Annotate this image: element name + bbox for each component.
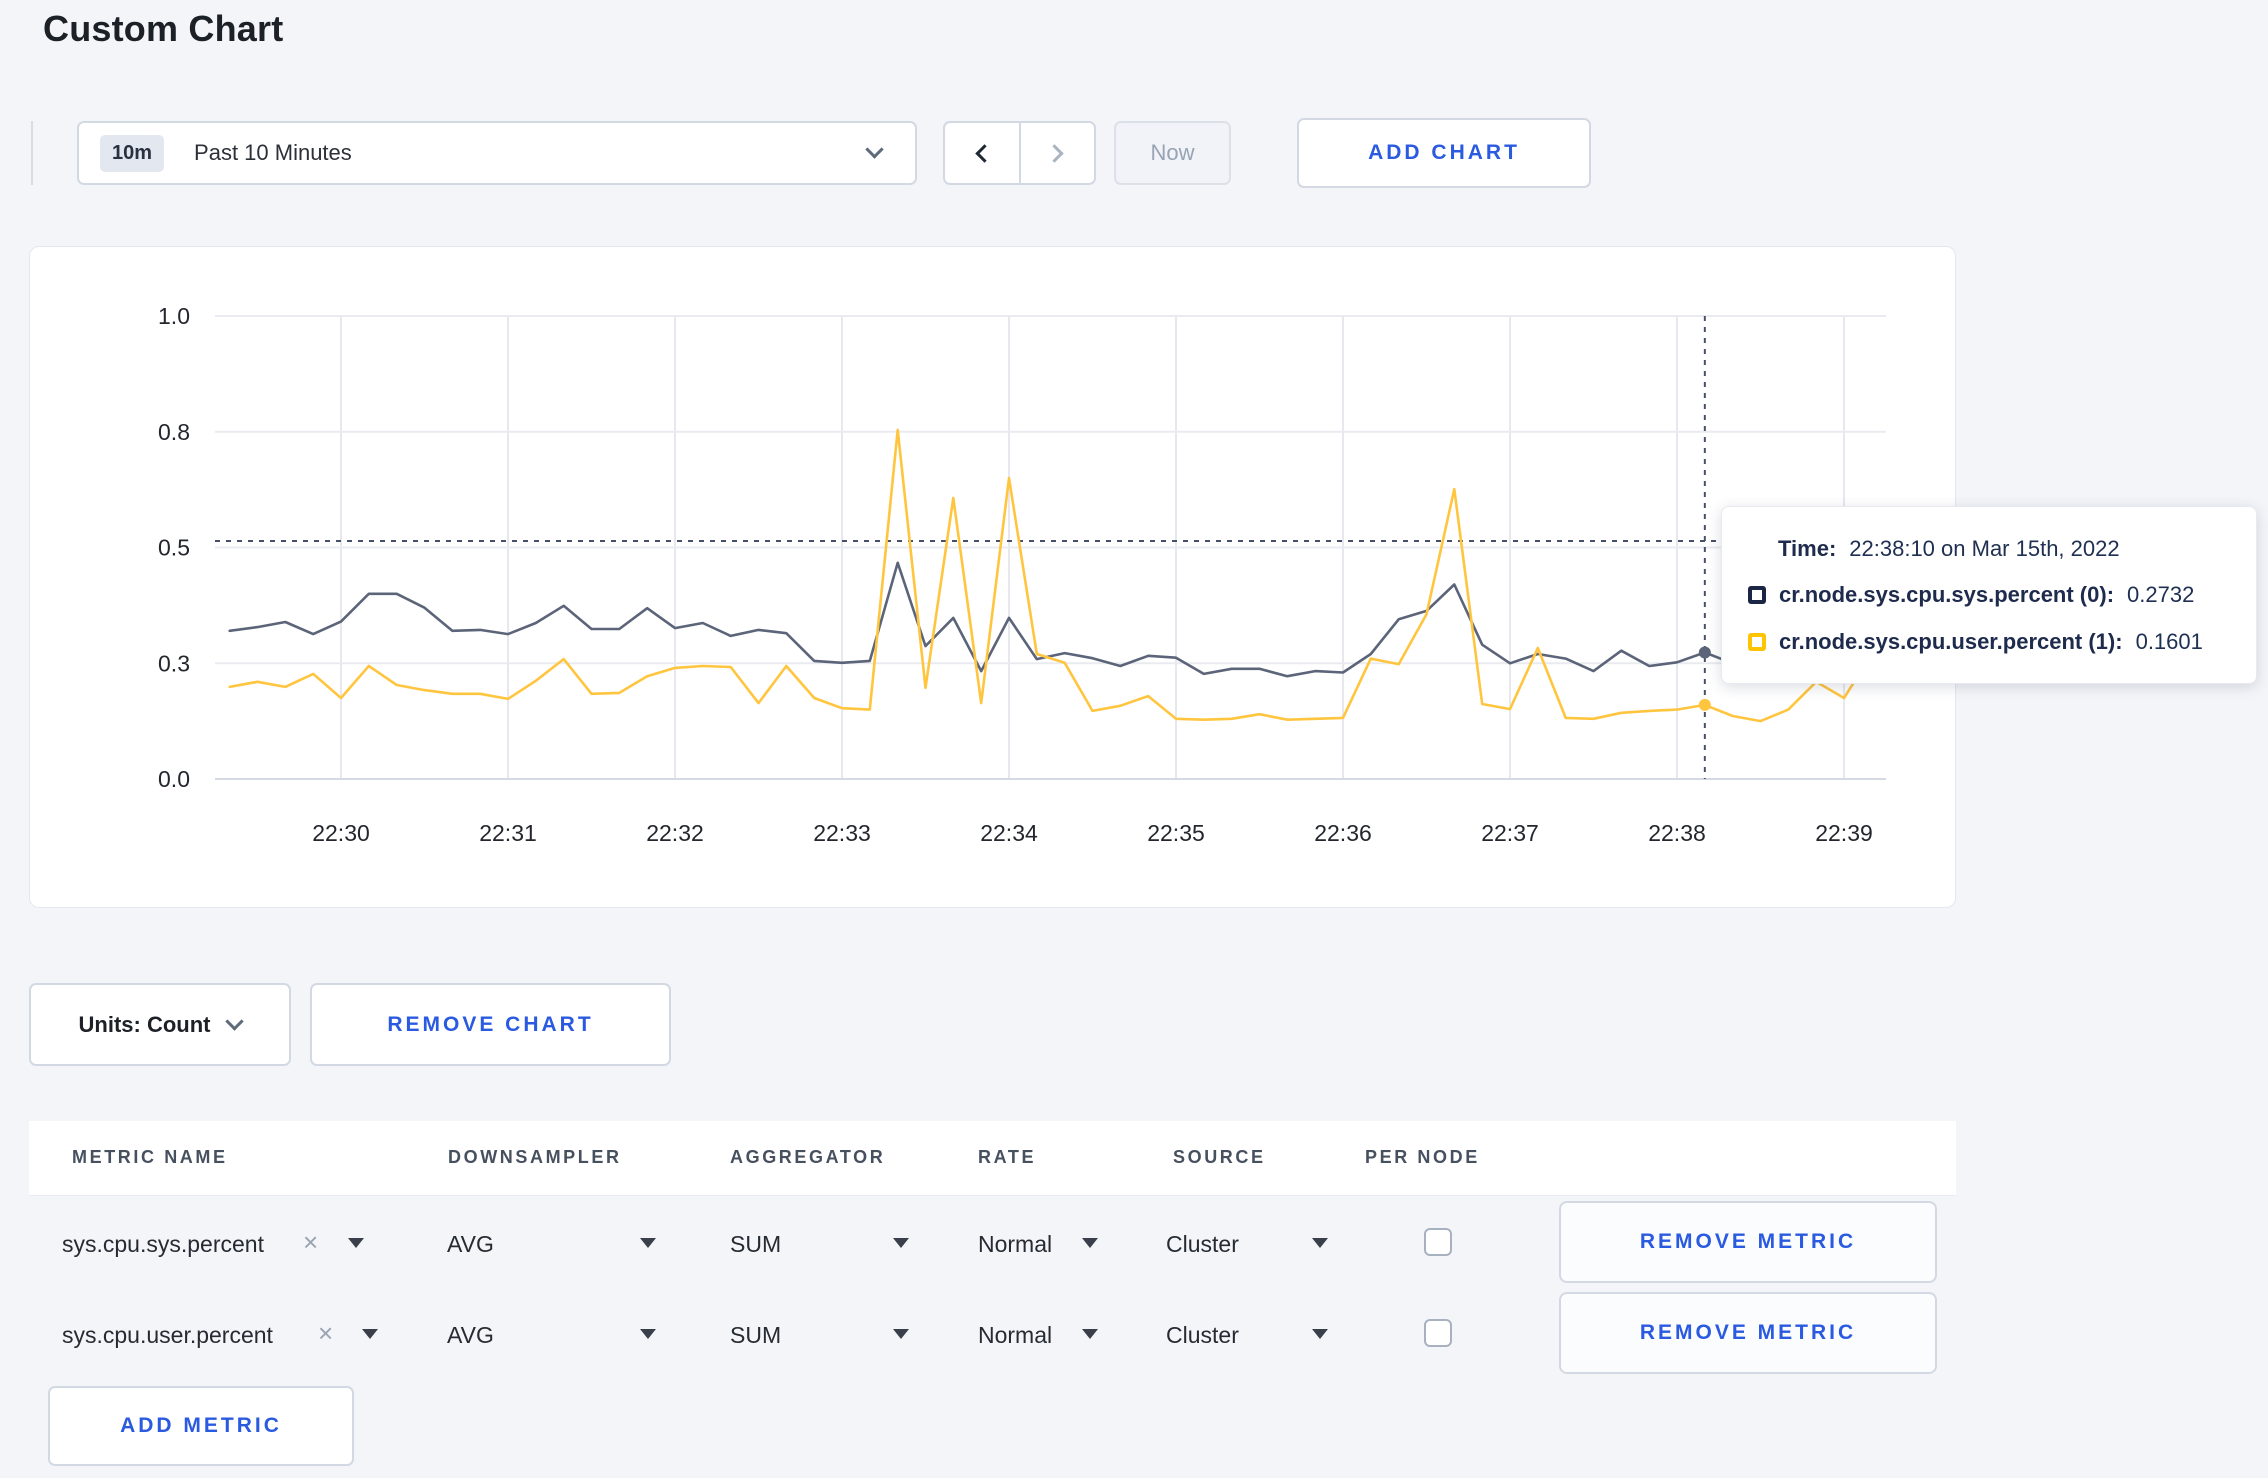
x-tick-label: 22:30 xyxy=(312,820,370,846)
per-node-checkbox[interactable] xyxy=(1424,1319,1452,1347)
caret-down-icon[interactable] xyxy=(362,1329,378,1339)
chevron-down-icon xyxy=(225,1012,245,1031)
source-select[interactable]: Cluster xyxy=(1166,1322,1239,1349)
chevron-right-icon xyxy=(1045,143,1064,163)
hover-point xyxy=(1698,646,1711,659)
tooltip-series-label: cr.node.sys.cpu.user.percent (1): xyxy=(1779,628,2123,654)
chevron-down-icon xyxy=(865,140,884,159)
time-nav-group xyxy=(943,121,1096,185)
clear-icon[interactable]: × xyxy=(303,1229,318,1255)
source-select[interactable]: Cluster xyxy=(1166,1231,1239,1258)
time-range-badge: 10m xyxy=(100,134,165,172)
col-header-rate: RATE xyxy=(978,1147,1037,1167)
remove-metric-button[interactable]: REMOVE METRIC xyxy=(1559,1292,1937,1374)
downsampler-select[interactable]: AVG xyxy=(447,1231,494,1258)
metric-name-select[interactable]: sys.cpu.sys.percent xyxy=(62,1231,264,1258)
x-tick-label: 22:34 xyxy=(980,820,1038,846)
chevron-left-icon xyxy=(975,143,994,163)
col-header-source: SOURCE xyxy=(1173,1147,1266,1167)
x-tick-label: 22:38 xyxy=(1648,820,1706,846)
caret-down-icon[interactable] xyxy=(893,1329,909,1339)
col-header-per-node: PER NODE xyxy=(1365,1147,1480,1167)
hover-point xyxy=(1698,698,1711,711)
units-select[interactable]: Units: Count xyxy=(29,983,291,1066)
tooltip-series-row: cr.node.sys.cpu.user.percent (1): 0.1601 xyxy=(1748,629,2230,655)
series-swatch-icon xyxy=(1748,632,1766,651)
downsampler-select[interactable]: AVG xyxy=(447,1322,494,1349)
rate-select[interactable]: Normal xyxy=(978,1231,1052,1258)
x-tick-label: 22:35 xyxy=(1147,820,1205,846)
caret-down-icon[interactable] xyxy=(348,1238,364,1248)
toolbar-divider xyxy=(31,121,33,185)
col-header-aggregator: AGGREGATOR xyxy=(730,1147,886,1167)
rate-select[interactable]: Normal xyxy=(978,1322,1052,1349)
caret-down-icon[interactable] xyxy=(1082,1238,1098,1248)
add-chart-button[interactable]: ADD CHART xyxy=(1297,118,1591,188)
tooltip-series-value: 0.2732 xyxy=(2127,582,2195,607)
time-range-label: Past 10 Minutes xyxy=(194,140,352,165)
tooltip-time-label: Time: xyxy=(1778,535,1837,561)
col-header-metric-name: METRIC NAME xyxy=(72,1147,228,1167)
x-tick-label: 22:31 xyxy=(479,820,537,846)
caret-down-icon[interactable] xyxy=(1082,1329,1098,1339)
time-range-select[interactable]: 10m Past 10 Minutes xyxy=(77,121,917,185)
caret-down-icon[interactable] xyxy=(640,1238,656,1248)
units-label: Units: Count xyxy=(78,1011,211,1037)
y-tick-label: 0.0 xyxy=(158,766,190,792)
caret-down-icon[interactable] xyxy=(1312,1329,1328,1339)
x-tick-label: 22:39 xyxy=(1815,820,1873,846)
metric-name-select[interactable]: sys.cpu.user.percent xyxy=(62,1322,273,1349)
aggregator-select[interactable]: SUM xyxy=(730,1322,781,1349)
chart-card: 22:30 22:31 22:32 22:33 22:34 22:35 22:36 22:37… xyxy=(29,246,1956,908)
tooltip-series-row: cr.node.sys.cpu.sys.percent (0): 0.2732 xyxy=(1748,582,2230,608)
tooltip-time-row: Time: 22:38:10 on Mar 15th, 2022 xyxy=(1778,536,2230,562)
caret-down-icon[interactable] xyxy=(1312,1238,1328,1248)
clear-icon[interactable]: × xyxy=(318,1320,333,1346)
tooltip-time-value: 22:38:10 on Mar 15th, 2022 xyxy=(1849,535,2120,561)
chart-canvas[interactable]: 22:30 22:31 22:32 22:33 22:34 22:35 22:36 22:37… xyxy=(30,247,1957,909)
series-line-1 xyxy=(228,428,1874,723)
per-node-checkbox[interactable] xyxy=(1424,1228,1452,1256)
y-tick-label: 0.3 xyxy=(158,650,190,676)
tooltip-series-label: cr.node.sys.cpu.sys.percent (0): xyxy=(1779,582,2115,607)
y-tick-label: 1.0 xyxy=(158,303,190,329)
y-tick-label: 0.5 xyxy=(158,535,190,561)
remove-chart-button[interactable]: REMOVE CHART xyxy=(310,983,671,1066)
caret-down-icon[interactable] xyxy=(640,1329,656,1339)
x-tick-label: 22:32 xyxy=(646,820,704,846)
prev-range-button[interactable] xyxy=(945,123,1019,183)
next-range-button[interactable] xyxy=(1018,123,1095,183)
series-swatch-icon xyxy=(1748,586,1766,604)
tooltip-series-value: 0.1601 xyxy=(2135,628,2203,654)
page-title: Custom Chart xyxy=(43,8,284,49)
now-button[interactable]: Now xyxy=(1114,121,1231,185)
x-tick-label: 22:36 xyxy=(1314,820,1372,846)
aggregator-select[interactable]: SUM xyxy=(730,1231,781,1258)
remove-metric-button[interactable]: REMOVE METRIC xyxy=(1559,1201,1937,1283)
chart-tooltip: Time: 22:38:10 on Mar 15th, 2022 cr.node… xyxy=(1721,506,2257,684)
caret-down-icon[interactable] xyxy=(893,1238,909,1248)
add-metric-button[interactable]: ADD METRIC xyxy=(48,1386,354,1466)
col-header-downsampler: DOWNSAMPLER xyxy=(448,1147,622,1167)
y-tick-label: 0.8 xyxy=(158,419,190,445)
x-tick-label: 22:33 xyxy=(813,820,871,846)
x-tick-label: 22:37 xyxy=(1481,820,1539,846)
